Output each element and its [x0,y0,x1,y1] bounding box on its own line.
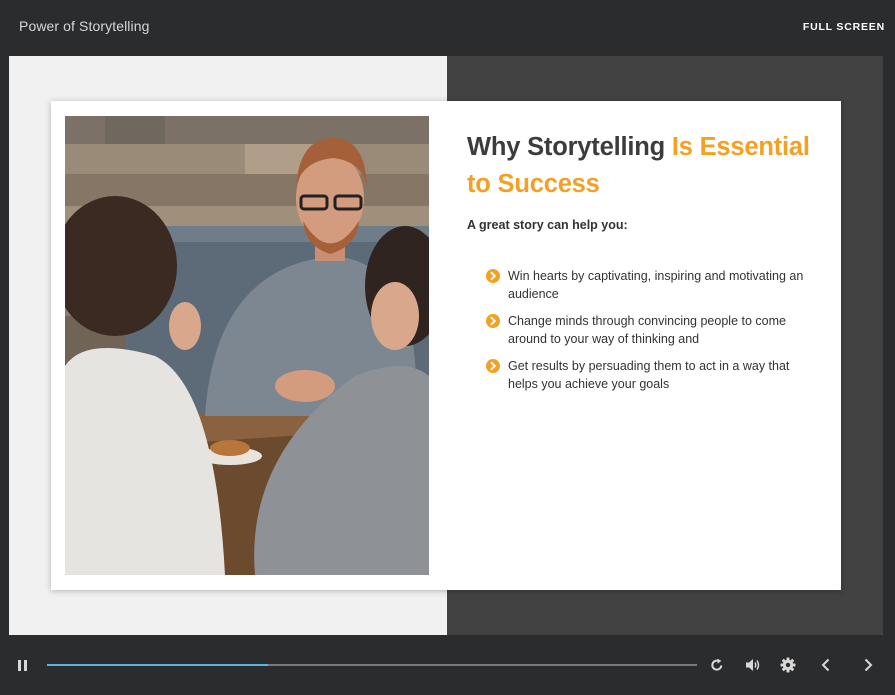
fullscreen-button[interactable]: FULL SCREEN [803,21,885,33]
gear-icon [780,657,796,673]
headline-plain: Why Storytelling [467,133,672,161]
replay-icon [711,658,723,671]
pause-button[interactable] [18,660,28,671]
pause-icon-bar-left [18,660,21,671]
top-bar: Power of Storytelling FULL SCREEN [0,0,895,56]
settings-button[interactable] [780,657,796,678]
slide-card: Why Storytelling Is Essential to Success… [51,101,841,590]
list-item: Get results by persuading them to act in… [486,357,816,393]
volume-button[interactable] [745,658,761,677]
previous-slide-button[interactable] [820,658,832,677]
pause-icon-bar-right [24,660,27,671]
player-controls [0,635,895,695]
course-title: Power of Storytelling [19,18,150,34]
photo-three-people-at-table-illustration [65,116,429,575]
bullet-text: Win hearts by captivating, inspiring and… [508,269,804,301]
bullet-text: Get results by persuading them to act in… [508,359,790,391]
chevron-circle-icon [486,359,500,373]
chevron-circle-icon [486,314,500,328]
list-item: Win hearts by captivating, inspiring and… [486,267,816,303]
slide-subheading: A great story can help you: [467,218,628,232]
chevron-circle-icon [486,269,500,283]
slide-photo [65,116,429,575]
chevron-right-icon [864,658,873,672]
list-item: Change minds through convincing people t… [486,312,816,348]
replay-button[interactable] [710,658,724,677]
bullet-text: Change minds through convincing people t… [508,314,786,346]
chevron-left-icon [821,658,830,672]
progress-fill [47,664,268,666]
slide-stage: Why Storytelling Is Essential to Success… [9,56,883,635]
progress-bar[interactable] [47,664,697,666]
bullet-list: Win hearts by captivating, inspiring and… [486,267,816,402]
volume-icon [746,659,760,671]
slide-headline: Why Storytelling Is Essential to Success [467,129,827,203]
next-slide-button[interactable] [862,658,874,677]
